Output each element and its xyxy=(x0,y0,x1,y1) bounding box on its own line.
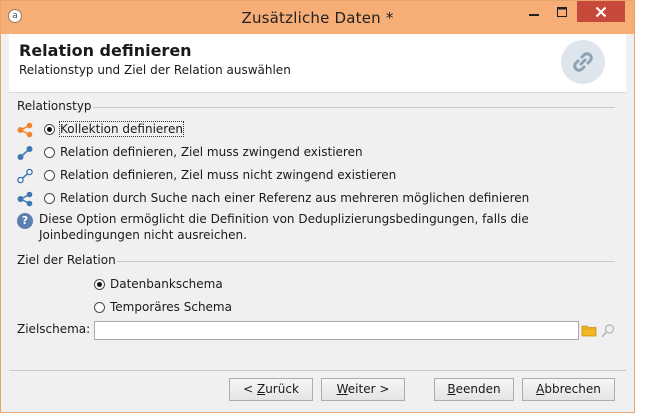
relationstyp-label: Relationstyp xyxy=(17,99,92,113)
title-bar[interactable]: a Zusätzliche Daten * xyxy=(1,1,634,34)
option-temporary-schema-label: Temporäres Schema xyxy=(110,300,232,314)
folder-icon[interactable] xyxy=(581,323,597,338)
option-multi-reference-label: Relation durch Suche nach einer Referenz… xyxy=(60,191,530,205)
maximize-icon xyxy=(557,6,567,17)
footer-divider xyxy=(9,370,626,371)
finish-button[interactable]: Beenden xyxy=(434,378,514,401)
radio-database-schema[interactable] xyxy=(94,279,105,290)
info-icon: ? xyxy=(17,213,33,229)
finish-button-key: B xyxy=(447,382,456,396)
page-title: Relation definieren xyxy=(19,41,192,60)
maximize-button[interactable] xyxy=(549,1,575,22)
radio-link-optional[interactable] xyxy=(44,170,55,181)
radio-link-required[interactable] xyxy=(44,147,55,158)
radio-collection[interactable] xyxy=(44,124,55,135)
option-collection-label: Kollektion definieren xyxy=(59,121,184,137)
wizard-header: Relation definieren Relationstyp und Zie… xyxy=(9,34,626,93)
dialog-window: a Zusätzliche Daten * Relation definiere… xyxy=(0,0,635,413)
close-icon xyxy=(595,6,607,17)
cancel-button-label: bbrechen xyxy=(544,382,601,396)
back-button[interactable]: < Zurück xyxy=(229,378,313,401)
target-schema-label: Zielschema: xyxy=(17,322,91,336)
page-subtitle: Relationstyp und Ziel der Relation auswä… xyxy=(19,63,291,77)
minimize-icon xyxy=(529,13,539,16)
close-button[interactable] xyxy=(577,1,625,22)
finish-button-label: eenden xyxy=(455,382,501,396)
link-optional-icon xyxy=(17,168,33,184)
next-button[interactable]: Weiter > xyxy=(321,378,405,401)
cancel-button[interactable]: Abbrechen xyxy=(522,378,615,401)
link-icon xyxy=(561,40,605,84)
info-text: Diese Option ermöglicht die Definition v… xyxy=(39,212,529,242)
next-button-label: eiter > xyxy=(347,382,390,396)
radio-multi-reference[interactable] xyxy=(44,193,55,204)
collection-icon xyxy=(17,122,33,138)
section-divider xyxy=(93,107,615,108)
search-icon[interactable] xyxy=(601,323,616,338)
back-button-prefix: < xyxy=(243,382,257,396)
ziel-label: Ziel der Relation xyxy=(17,253,116,267)
back-button-label: urück xyxy=(265,382,299,396)
multi-reference-icon xyxy=(17,191,33,207)
minimize-button[interactable] xyxy=(521,1,547,22)
back-button-key: Z xyxy=(256,382,266,396)
option-link-optional-label: Relation definieren, Ziel muss nicht zwi… xyxy=(60,168,397,182)
next-button-key: W xyxy=(336,382,348,396)
link-required-icon xyxy=(17,146,33,160)
option-database-schema-label: Datenbankschema xyxy=(110,277,223,291)
target-schema-input[interactable] xyxy=(94,321,579,340)
radio-temporary-schema[interactable] xyxy=(94,302,105,313)
section-divider xyxy=(117,261,615,262)
option-link-required-label: Relation definieren, Ziel muss zwingend … xyxy=(60,145,363,159)
